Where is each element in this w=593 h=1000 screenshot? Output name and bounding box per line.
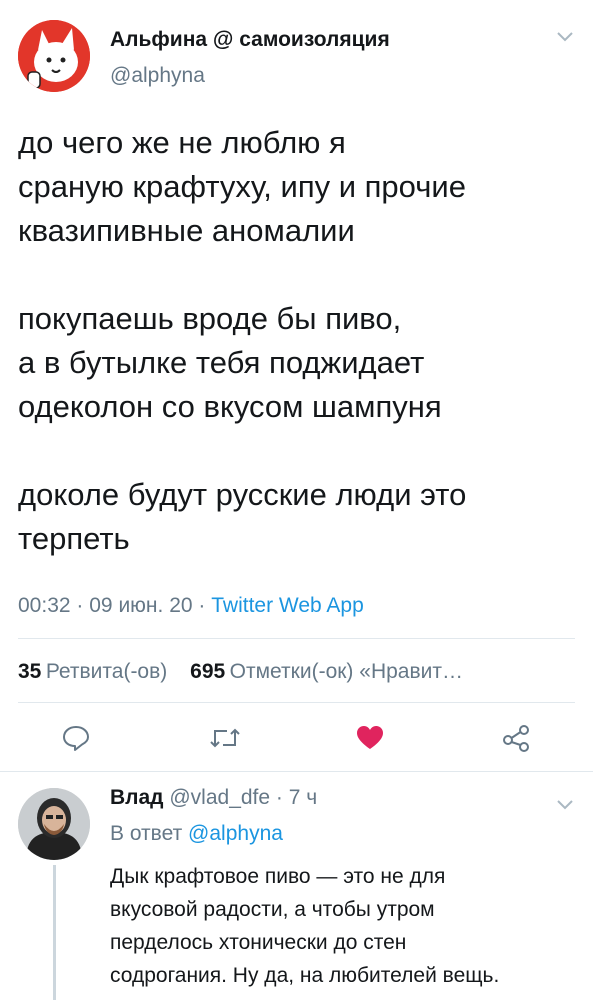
- reply-text: Дык крафтовое пиво — это не для вкусовой…: [110, 865, 500, 987]
- separator-dot: ·: [275, 786, 283, 809]
- author-handle[interactable]: @alphyna: [110, 64, 205, 88]
- author-name[interactable]: Альфина @ самоизоляция: [110, 28, 390, 52]
- in-reply-prefix: В ответ: [110, 822, 183, 845]
- tweet-date: 09 июн. 20: [89, 594, 193, 617]
- retweets-stat[interactable]: 35 Ретвита(-ов): [18, 660, 172, 683]
- divider: [18, 638, 575, 639]
- thread-line: [53, 865, 56, 1000]
- chevron-down-icon[interactable]: [556, 798, 574, 816]
- reply-header: Влад @vlad_dfe · 7 ч: [110, 786, 317, 810]
- reply-button[interactable]: [56, 718, 96, 758]
- tweet-text: до чего же не люблю я сраную крафтуху, и…: [18, 125, 467, 556]
- in-reply-handle-link[interactable]: @alphyna: [188, 822, 283, 845]
- retweets-label: Ретвита(-ов): [45, 660, 168, 683]
- divider: [18, 702, 575, 703]
- likes-label: Отметки(-ок) «Нравит…: [229, 660, 463, 683]
- chevron-down-icon[interactable]: [556, 30, 574, 48]
- tweet-timestamp: 00:32 · 09 июн. 20 · Twitter Web App: [18, 594, 364, 618]
- reply-author-avatar[interactable]: [18, 788, 90, 860]
- cat-avatar-icon: [18, 20, 90, 92]
- reply-author-handle[interactable]: @vlad_dfe: [169, 786, 270, 809]
- in-reply-to: В ответ @alphyna: [110, 822, 283, 846]
- author-avatar[interactable]: [18, 20, 90, 92]
- divider: [0, 771, 593, 772]
- separator-dot: ·: [76, 594, 84, 617]
- person-avatar-icon: [18, 788, 90, 860]
- tweet-client-link[interactable]: Twitter Web App: [211, 594, 364, 617]
- separator-dot: ·: [198, 594, 206, 617]
- reply-author-name[interactable]: Влад: [110, 786, 164, 809]
- reply-time: 7 ч: [288, 786, 318, 809]
- share-icon: [503, 725, 529, 752]
- likes-stat[interactable]: 695 Отметки(-ок) «Нравит…: [190, 660, 463, 683]
- like-button[interactable]: [350, 718, 390, 758]
- tweet-time: 00:32: [18, 594, 71, 617]
- heart-filled-icon: [357, 726, 383, 749]
- likes-count: 695: [190, 660, 226, 683]
- retweets-count: 35: [18, 660, 42, 683]
- share-button[interactable]: [496, 718, 536, 758]
- speech-bubble-icon: [63, 726, 89, 751]
- retweet-icon: [210, 728, 240, 748]
- retweet-button[interactable]: [205, 718, 245, 758]
- tweet-stats: 35 Ретвита(-ов) 695 Отметки(-ок) «Нравит…: [18, 660, 463, 684]
